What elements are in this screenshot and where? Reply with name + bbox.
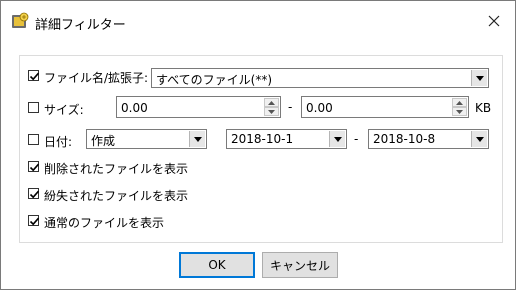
size-max-spinner[interactable]: 0.00 (301, 96, 469, 118)
spin-up-icon[interactable] (264, 98, 279, 107)
show-deleted-checkbox[interactable] (28, 161, 40, 172)
check-icon (29, 163, 40, 172)
date-checkbox[interactable] (28, 134, 39, 145)
size-checkbox[interactable] (28, 102, 39, 113)
close-button[interactable] (478, 7, 510, 35)
filename-checkbox[interactable] (28, 70, 40, 81)
title-bar: 詳細フィルター (1, 1, 515, 41)
chevron-down-icon[interactable] (471, 70, 487, 86)
ok-button[interactable]: OK (179, 252, 255, 278)
show-deleted-label: 削除されたファイルを表示 (44, 162, 189, 176)
date-label: 日付: (44, 135, 73, 149)
cancel-button[interactable]: キャンセル (262, 252, 338, 278)
date-to-picker[interactable]: 2018-10-8 (368, 129, 489, 149)
date-from-value: 2018-10-1 (231, 132, 294, 146)
spin-down-icon[interactable] (264, 107, 279, 116)
spin-down-icon[interactable] (452, 107, 467, 116)
filename-select-value: すべてのファイル(**) (156, 73, 273, 87)
app-icon (11, 12, 29, 30)
size-min-value: 0.00 (121, 101, 148, 115)
filename-select[interactable]: すべてのファイル(**) (151, 68, 489, 88)
check-icon (29, 190, 40, 199)
advanced-filter-dialog: 詳細フィルター ファイル名/拡張子: すべてのファイル(**) サイズ: 0.0… (0, 0, 516, 290)
size-unit-label: KB (475, 101, 492, 115)
chevron-down-icon[interactable] (189, 131, 205, 147)
show-normal-label: 通常のファイルを表示 (44, 216, 165, 230)
chevron-down-icon[interactable] (471, 131, 487, 147)
size-max-value: 0.00 (306, 101, 333, 115)
spin-up-icon[interactable] (452, 98, 467, 107)
filename-label: ファイル名/拡張子: (44, 71, 149, 85)
chevron-down-icon[interactable] (329, 131, 345, 147)
show-normal-checkbox[interactable] (28, 215, 40, 226)
date-to-value: 2018-10-8 (373, 132, 436, 146)
date-type-value: 作成 (91, 134, 116, 148)
date-range-separator: - (354, 132, 359, 146)
show-lost-label: 紛失されたファイルを表示 (44, 189, 189, 203)
date-from-picker[interactable]: 2018-10-1 (226, 129, 347, 149)
size-range-separator: - (288, 100, 293, 114)
check-icon (29, 217, 40, 226)
show-lost-checkbox[interactable] (28, 188, 40, 199)
check-icon (29, 72, 40, 81)
date-type-select[interactable]: 作成 (86, 129, 207, 149)
size-label: サイズ: (44, 103, 84, 117)
size-min-spinner[interactable]: 0.00 (116, 96, 281, 118)
close-icon (488, 15, 500, 27)
window-title: 詳細フィルター (35, 18, 126, 33)
